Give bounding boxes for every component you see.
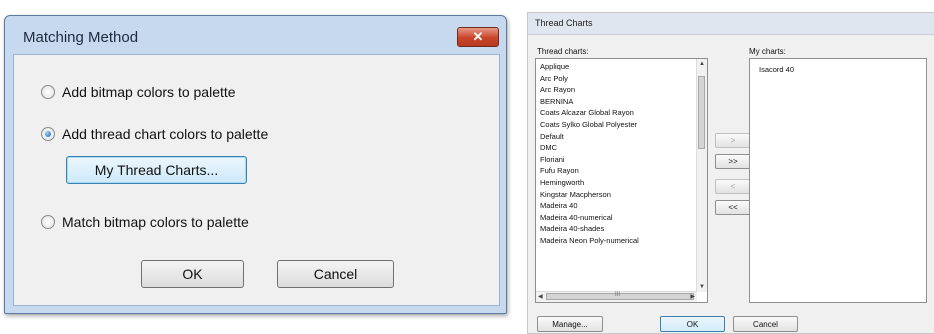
scroll-down-icon[interactable]: ▼ xyxy=(699,284,705,290)
list-item[interactable]: BERNINA xyxy=(540,96,639,108)
manage-button[interactable]: Manage... xyxy=(537,316,603,332)
dialog-title: Thread Charts xyxy=(535,18,593,28)
scroll-thumb[interactable] xyxy=(698,76,705,149)
list-item[interactable]: Kingstar Macpherson xyxy=(540,189,639,201)
list-item[interactable]: Coats Sylko Global Polyester xyxy=(540,119,639,131)
radio-add-bitmap-colors[interactable]: Add bitmap colors to palette xyxy=(41,84,236,100)
radio-selected-icon xyxy=(41,127,55,141)
radio-icon xyxy=(41,85,55,99)
radio-label: Add thread chart colors to palette xyxy=(62,126,269,142)
thread-charts-label: Thread charts: xyxy=(537,47,589,56)
my-charts-list[interactable]: Isacord 40 xyxy=(749,58,927,303)
scroll-thumb[interactable]: III xyxy=(546,292,694,300)
list-item[interactable]: Madeira 40 xyxy=(540,200,639,212)
my-charts-items: Isacord 40 xyxy=(759,64,794,76)
add-button[interactable]: > xyxy=(715,133,751,148)
matching-method-dialog: Matching Method ✕ Add bitmap colors to p… xyxy=(4,15,507,314)
my-charts-label: My charts: xyxy=(749,47,786,56)
ok-button[interactable]: OK xyxy=(660,316,725,332)
scroll-left-icon[interactable]: ◀ xyxy=(538,293,543,300)
list-item[interactable]: Madeira Neon Poly-numerical xyxy=(540,235,639,247)
my-thread-charts-button[interactable]: My Thread Charts... xyxy=(66,156,247,184)
radio-add-thread-chart-colors[interactable]: Add thread chart colors to palette xyxy=(41,126,268,142)
thread-charts-dialog: Thread Charts Thread charts: My charts: … xyxy=(527,12,934,334)
list-item[interactable]: Floriani xyxy=(540,154,639,166)
list-item[interactable]: Arc Rayon xyxy=(540,84,639,96)
close-button[interactable]: ✕ xyxy=(457,27,499,47)
radio-label: Add bitmap colors to palette xyxy=(62,84,236,100)
cancel-button[interactable]: Cancel xyxy=(277,260,394,288)
list-item[interactable]: Madeira 40-numerical xyxy=(540,212,639,224)
list-item[interactable]: Default xyxy=(540,131,639,143)
horizontal-scrollbar[interactable]: ◀ III ▶ xyxy=(536,291,697,302)
vertical-scrollbar[interactable]: ▲ ▼ xyxy=(696,59,707,292)
radio-icon xyxy=(41,215,55,229)
thread-charts-list[interactable]: Applique Arc Poly Arc Rayon BERNINA Coats Al… xyxy=(535,58,708,303)
list-item[interactable]: Applique xyxy=(540,61,639,73)
radio-match-bitmap-colors[interactable]: Match bitmap colors to palette xyxy=(41,214,249,230)
dialog-client-area: Add bitmap colors to palette Add thread … xyxy=(13,54,500,306)
list-item[interactable]: Hemingworth xyxy=(540,177,639,189)
add-all-button[interactable]: >> xyxy=(715,154,751,169)
ok-button[interactable]: OK xyxy=(141,260,244,288)
list-item[interactable]: Coats Alcazar Global Rayon xyxy=(540,107,639,119)
list-item[interactable]: Madeira 40-shades xyxy=(540,223,639,235)
list-item[interactable]: Arc Poly xyxy=(540,73,639,85)
list-item[interactable]: Isacord 40 xyxy=(759,64,794,76)
scroll-grip-icon: III xyxy=(615,292,621,298)
scroll-right-icon[interactable]: ▶ xyxy=(690,293,695,300)
remove-all-button[interactable]: << xyxy=(715,200,751,215)
cancel-button[interactable]: Cancel xyxy=(733,316,798,332)
scroll-up-icon[interactable]: ▲ xyxy=(699,61,705,67)
list-item[interactable]: DMC xyxy=(540,142,639,154)
radio-label: Match bitmap colors to palette xyxy=(62,214,249,230)
remove-button[interactable]: < xyxy=(715,179,751,194)
dialog-title: Matching Method xyxy=(23,29,139,46)
list-item[interactable]: Fufu Rayon xyxy=(540,165,639,177)
thread-charts-items: Applique Arc Poly Arc Rayon BERNINA Coats Al… xyxy=(540,61,639,247)
